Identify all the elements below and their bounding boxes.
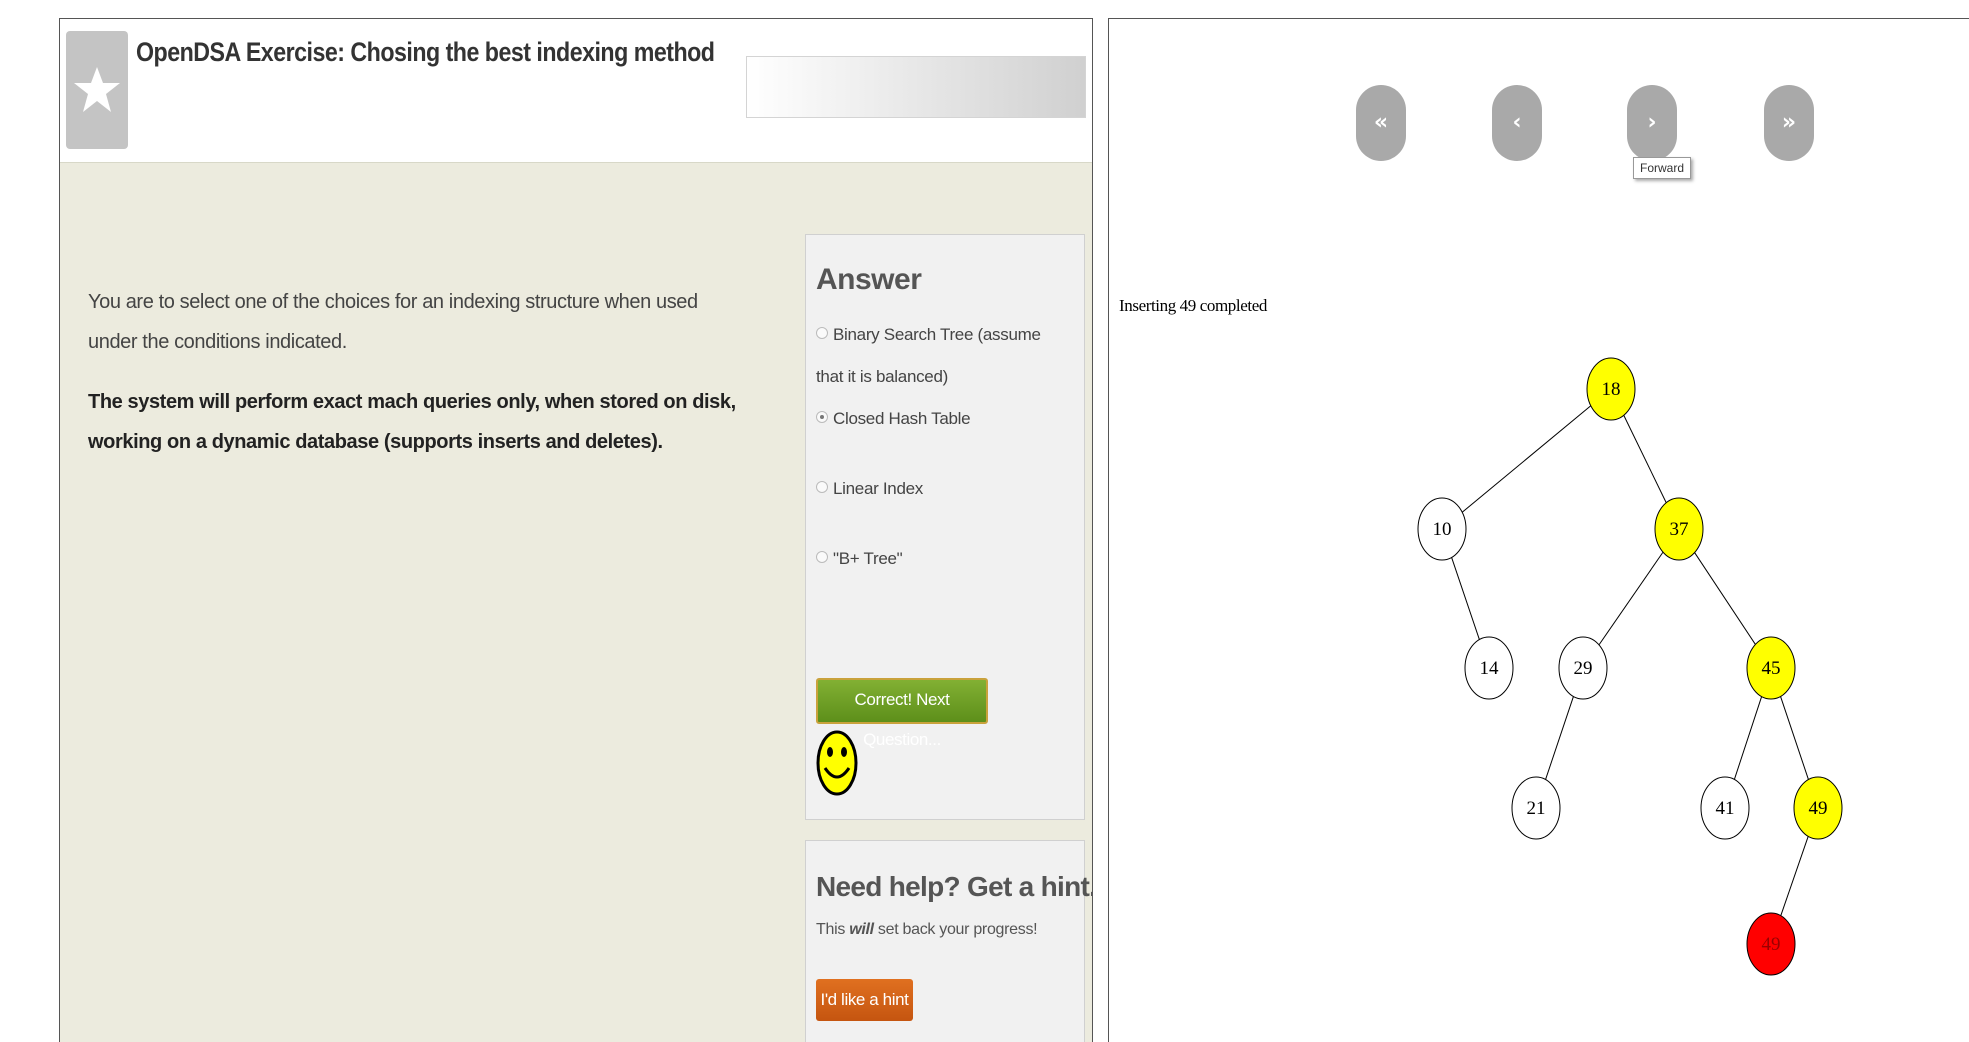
problem-intro: You are to select one of the choices for… — [88, 291, 698, 353]
problem-statement: You are to select one of the choices for… — [88, 282, 748, 462]
choice-label: "B+ Tree" — [833, 549, 903, 568]
tree-edge — [1694, 552, 1756, 645]
tree-node-n18: 18 — [1586, 357, 1636, 421]
tree-node-label: 45 — [1762, 658, 1781, 679]
hint-box: Need help? Get a hint. This will set bac… — [805, 840, 1092, 1042]
tree-node-label: 14 — [1480, 658, 1500, 679]
radio-button-selected[interactable] — [816, 411, 828, 423]
tree-edge — [1598, 551, 1664, 646]
choice-closed-hash-table[interactable]: Closed Hash Table — [816, 398, 1071, 440]
choice-label: Linear Index — [833, 479, 923, 498]
tree-node-n45: 45 — [1746, 636, 1796, 700]
tree-node-label: 29 — [1574, 658, 1593, 679]
tree-node-n14: 14 — [1464, 636, 1514, 700]
bst-tree: 18 10 37 14 29 45 21 41 49 49 — [1417, 357, 1843, 976]
answer-box: Answer Binary Search Tree (assume that i… — [805, 234, 1085, 820]
hint-button[interactable]: I'd like a hint — [816, 979, 913, 1021]
tree-node-n49b: 49 — [1746, 912, 1796, 976]
choice-label: Binary Search Tree (assume that it is ba… — [816, 325, 1041, 386]
tree-edge — [1780, 696, 1809, 780]
tree-edge — [1461, 405, 1592, 513]
tree-edge — [1623, 415, 1667, 503]
tree-node-label: 41 — [1716, 798, 1735, 819]
tree-edge — [1780, 836, 1809, 916]
choice-linear-index[interactable]: Linear Index — [816, 468, 1071, 510]
next-question-button[interactable]: Correct! Next Question... — [816, 678, 988, 749]
tree-node-n49a: 49 — [1793, 776, 1843, 840]
problem-condition: The system will perform exact mach queri… — [88, 391, 736, 453]
tree-edge — [1733, 696, 1763, 780]
tree-node-n41: 41 — [1700, 776, 1750, 840]
radio-button[interactable] — [816, 481, 828, 493]
tree-node-n21: 21 — [1511, 776, 1561, 840]
star-badge — [66, 31, 128, 149]
hint-heading: Need help? Get a hint. — [816, 871, 1093, 902]
choice-label: Closed Hash Table — [833, 409, 971, 428]
tree-node-label: 10 — [1433, 519, 1452, 540]
hint-warning-emphasis: will — [849, 921, 874, 938]
choice-binary-search-tree[interactable]: Binary Search Tree (assume that it is ba… — [816, 314, 1071, 398]
tree-node-label: 37 — [1670, 519, 1689, 540]
tree-edge — [1545, 696, 1574, 780]
tree-node-n29: 29 — [1558, 636, 1608, 700]
exercise-header: OpenDSA Exercise: Chosing the best index… — [60, 19, 1092, 163]
tree-edge — [1451, 557, 1480, 640]
tree-node-label: 21 — [1527, 798, 1546, 819]
tree-node-label: 49 — [1809, 798, 1828, 819]
hint-warning-post: set back your progress! — [873, 921, 1038, 938]
progress-bar — [746, 56, 1086, 118]
exercise-panel: OpenDSA Exercise: Chosing the best index… — [59, 18, 1093, 1042]
visualization-panel: « ‹ › » Forward Inserting 49 completed 1… — [1108, 18, 1969, 1042]
tree-node-n37: 37 — [1654, 497, 1704, 561]
answer-heading: Answer — [816, 263, 922, 296]
tree-node-label: 18 — [1602, 379, 1621, 400]
radio-button[interactable] — [816, 327, 828, 339]
choice-b-plus-tree[interactable]: "B+ Tree" — [816, 538, 1071, 580]
exercise-title: OpenDSA Exercise: Chosing the best index… — [136, 37, 715, 67]
tree-node-label: 49 — [1762, 934, 1781, 955]
hint-warning: This will set back your progress! — [816, 921, 1038, 939]
radio-button[interactable] — [816, 551, 828, 563]
tree-node-n10: 10 — [1417, 497, 1467, 561]
smiley-icon — [816, 730, 858, 796]
star-icon — [74, 67, 120, 112]
hint-warning-pre: This — [816, 921, 850, 938]
